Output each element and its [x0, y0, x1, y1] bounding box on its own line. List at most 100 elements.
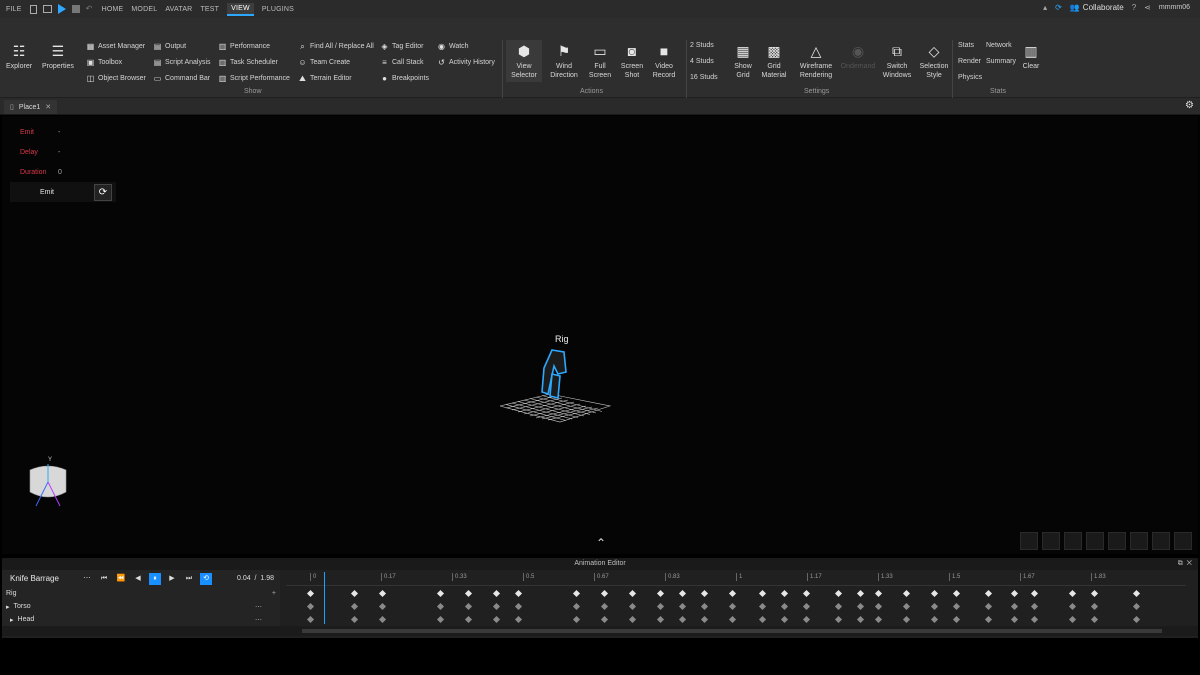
keyframe[interactable] — [378, 602, 387, 611]
screen-shot-button[interactable]: ◙ Screen Shot — [616, 42, 648, 80]
keyframe[interactable] — [952, 615, 961, 624]
menu-file[interactable]: FILE — [6, 6, 22, 13]
keyframe[interactable] — [436, 615, 445, 624]
timeline[interactable]: 0 0.17 0.33 0.5 0.67 0.83 1 1.17 1.33 1.… — [286, 570, 1186, 626]
playhead[interactable] — [324, 572, 325, 624]
keyframe[interactable] — [1068, 615, 1077, 624]
keyframe[interactable] — [436, 602, 445, 611]
viewport-gear-icon[interactable] — [1174, 532, 1192, 550]
add-track-icon[interactable]: + — [272, 590, 276, 597]
sync-icon[interactable]: ⟳ — [1055, 3, 1062, 12]
keyframe[interactable] — [758, 615, 767, 624]
step-back-icon[interactable]: ⏪ — [115, 573, 127, 585]
keyframe[interactable] — [700, 589, 709, 598]
loop-icon[interactable]: ⟲ — [200, 572, 212, 585]
call-stack-button[interactable]: ≡ Call Stack — [380, 58, 423, 67]
keyframe[interactable] — [492, 602, 501, 611]
open-file-icon[interactable] — [42, 5, 52, 13]
time-display[interactable]: 0.04 / 1.98 — [237, 575, 274, 582]
tag-editor-button[interactable]: ◈ Tag Editor — [380, 42, 423, 51]
script-performance-button[interactable]: ▥ Script Performance — [218, 74, 290, 83]
track-rig[interactable]: Rig + — [2, 587, 280, 600]
keyframe[interactable] — [600, 602, 609, 611]
keyframe[interactable] — [464, 615, 473, 624]
stop-icon[interactable] — [71, 5, 80, 13]
keyframe[interactable] — [1132, 602, 1141, 611]
keyframe[interactable] — [572, 589, 581, 598]
record-icon[interactable] — [1152, 532, 1170, 550]
duration-value[interactable]: 0 — [58, 169, 62, 176]
keyframe[interactable] — [492, 589, 501, 598]
wireframe-rendering-button[interactable]: △ Wireframe Rendering — [794, 42, 838, 80]
share-icon[interactable]: ⋖ — [1144, 3, 1151, 12]
keyframe[interactable] — [930, 602, 939, 611]
keyframe[interactable] — [350, 602, 359, 611]
globe-icon[interactable] — [1130, 532, 1148, 550]
pointer-icon[interactable] — [1108, 532, 1126, 550]
keyframe[interactable] — [436, 589, 445, 598]
keyframe[interactable] — [802, 615, 811, 624]
summary-button[interactable]: Summary — [986, 58, 1016, 65]
maximize-icon[interactable]: ⧉ — [1178, 560, 1183, 567]
keyframe[interactable] — [758, 589, 767, 598]
keyframe[interactable] — [856, 602, 865, 611]
keyframe[interactable] — [856, 615, 865, 624]
keyframe[interactable] — [930, 589, 939, 598]
chevron-up-icon[interactable]: ⌃ — [596, 536, 606, 550]
track-torso[interactable]: ▸ Torso ⋯ — [2, 600, 280, 613]
settings-gear-icon[interactable]: ⚙ — [1185, 100, 1194, 111]
keyframe[interactable] — [1090, 615, 1099, 624]
keyframe[interactable] — [600, 589, 609, 598]
timeline-scrollbar[interactable] — [2, 626, 1198, 636]
keyframe[interactable] — [1010, 589, 1019, 598]
keyframe[interactable] — [728, 589, 737, 598]
animation-name[interactable]: Knife Barrage — [10, 574, 76, 583]
keyframe[interactable] — [700, 615, 709, 624]
orientation-cube[interactable]: Y — [24, 452, 74, 512]
menu-view[interactable]: VIEW — [227, 2, 254, 16]
menu-home[interactable]: HOME — [102, 6, 124, 13]
keyframe[interactable] — [984, 602, 993, 611]
keyframe[interactable] — [600, 615, 609, 624]
full-screen-button[interactable]: ▭ Full Screen — [584, 42, 616, 80]
keyframe[interactable] — [1030, 602, 1039, 611]
track-options-icon[interactable]: ⋯ — [255, 603, 262, 611]
keyframe[interactable] — [728, 615, 737, 624]
expand-arrow-icon[interactable]: ▸ — [6, 603, 10, 611]
keyframe[interactable] — [902, 589, 911, 598]
task-scheduler-button[interactable]: ▥ Task Scheduler — [218, 58, 278, 67]
keyframe[interactable] — [306, 602, 315, 611]
keyframe[interactable] — [984, 615, 993, 624]
rig-model[interactable] — [492, 342, 632, 452]
keyframe[interactable] — [834, 602, 843, 611]
keyframe[interactable] — [464, 589, 473, 598]
move-icon[interactable] — [1042, 532, 1060, 550]
ondemand-button[interactable]: ◉ Ondemand — [840, 42, 876, 71]
keyframe[interactable] — [1010, 615, 1019, 624]
keyframe[interactable] — [514, 602, 523, 611]
studs-4-option[interactable]: 4 Studs — [690, 58, 714, 65]
keyframe[interactable] — [902, 602, 911, 611]
view-selector-button[interactable]: ⬢ View Selector — [506, 40, 542, 82]
keyframe[interactable] — [856, 589, 865, 598]
expand-arrow-icon[interactable]: ▸ — [10, 616, 14, 624]
watch-button[interactable]: ◉ Watch — [437, 42, 469, 51]
keyframe[interactable] — [834, 615, 843, 624]
pause-icon[interactable]: ⏸ — [149, 572, 161, 585]
menu-avatar[interactable]: AVATAR — [165, 6, 192, 13]
network-button[interactable]: Network — [986, 42, 1012, 49]
keyframe[interactable] — [874, 615, 883, 624]
menu-test[interactable]: TEST — [200, 6, 219, 13]
emit-button[interactable]: Emit — [10, 189, 94, 196]
keyframe[interactable] — [678, 615, 687, 624]
keyframe[interactable] — [306, 589, 315, 598]
properties-button[interactable]: ☰ Properties — [42, 42, 74, 71]
keyframe[interactable] — [930, 615, 939, 624]
keyframe[interactable] — [572, 615, 581, 624]
keyframe[interactable] — [1030, 589, 1039, 598]
selection-style-button[interactable]: ◇ Selection Style — [916, 42, 952, 80]
keyframe[interactable] — [1090, 602, 1099, 611]
keyframe[interactable] — [952, 589, 961, 598]
play-icon[interactable] — [57, 4, 66, 14]
more-options-icon[interactable]: ⋯ — [81, 573, 93, 585]
